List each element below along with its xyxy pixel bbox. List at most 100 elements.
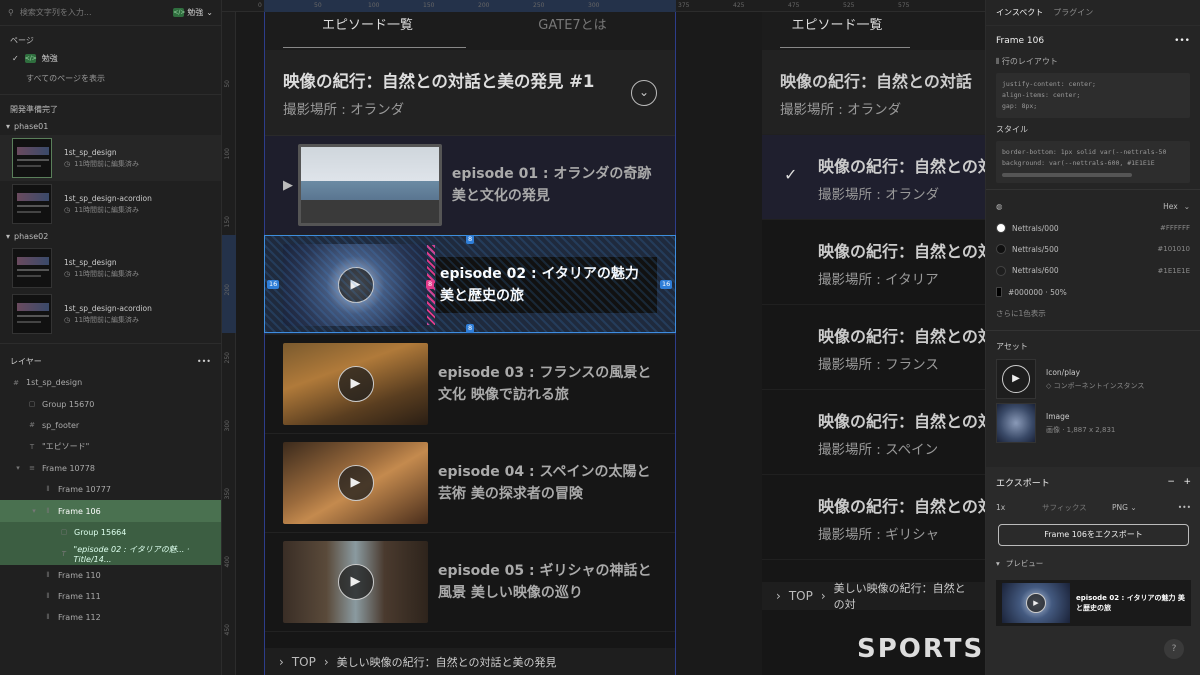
layer-row[interactable]: ▾ ≡ Frame 10778 bbox=[0, 458, 221, 479]
preview-caption: episode 02 : イタリアの魅力 美と歴史の旅 bbox=[1076, 593, 1185, 612]
code-icon: </> bbox=[173, 8, 186, 17]
layer-row[interactable]: ⫴ Frame 112 bbox=[0, 607, 221, 628]
scrollbar[interactable] bbox=[1002, 173, 1132, 177]
tab-about[interactable]: GATE7とは bbox=[470, 12, 675, 50]
list-item[interactable]: 映像の紀行：自然との対 撮影場所 : イタリア bbox=[762, 220, 985, 305]
asset-row[interactable]: ▶ Icon/play ◇ コンポーネントインスタンス bbox=[986, 357, 1200, 401]
page-thumb[interactable]: 1st_sp_design ◷ 11時間前に編集済み bbox=[0, 135, 221, 181]
swatch bbox=[996, 244, 1006, 255]
accordion-header[interactable]: 映像の紀行：自然との対話 撮影場所 : オランダ bbox=[762, 50, 985, 135]
episode-row-selected[interactable]: ▶ episode 02 : イタリアの魅力 美と歴史の旅 bbox=[265, 235, 675, 335]
episode-row[interactable]: ▶ episode 05 : ギリシャの神話と風景 美しい映像の巡り bbox=[265, 533, 675, 632]
list-item[interactable]: 映像の紀行：自然との対 撮影場所 : ギリシャ bbox=[762, 475, 985, 560]
color-row[interactable]: Nettrals/600 #1E1E1E bbox=[986, 260, 1200, 281]
spacing-right: 16 bbox=[660, 280, 673, 289]
layer-row[interactable]: ▢ Group 15670 bbox=[0, 393, 221, 414]
episode-image bbox=[297, 144, 442, 226]
layer-row[interactable]: ⫴ Frame 110 bbox=[0, 565, 221, 586]
footer-logo: SPORTS bbox=[857, 634, 985, 664]
layer-row[interactable]: #1st_sp_design bbox=[0, 372, 221, 393]
minus-icon[interactable]: − bbox=[1167, 477, 1175, 487]
play-icon[interactable]: ▶ bbox=[337, 366, 374, 402]
show-all-pages-link[interactable]: すべてのページを表示 bbox=[0, 68, 221, 88]
tab-inspect[interactable]: インスペクト bbox=[996, 7, 1043, 18]
layer-row[interactable]: # sp_footer bbox=[0, 415, 221, 436]
group-phase01[interactable]: ▾ phase01 bbox=[0, 117, 221, 135]
preview-header[interactable]: ▾ プレビュー bbox=[986, 552, 1200, 573]
color-row[interactable]: Nettrals/000 #FFFFFF bbox=[986, 217, 1200, 238]
episode-caption: episode 04 : スペインの太陽と芸術 美の探求者の冒険 bbox=[438, 464, 651, 502]
search-input[interactable]: 検索文字列を入力... bbox=[20, 7, 173, 18]
export-format[interactable]: PNG ⌄ bbox=[1112, 503, 1172, 512]
design-frame-2[interactable]: エピソード一覧 映像の紀行：自然との対話 撮影場所 : オランダ ✓ 映像の紀行… bbox=[762, 12, 985, 675]
figma-app: ⚲ 検索文字列を入力... </> 勉強 ⌄ ページ ✓ </> 勉強 すべてのページを… bbox=[0, 0, 1200, 675]
export-button[interactable]: Frame 106をエクスポート bbox=[998, 524, 1189, 547]
page-thumb[interactable]: 1st_sp_design ◷ 11時間前に編集済み bbox=[0, 245, 221, 291]
page-item-benkyo[interactable]: ✓ </> 勉強 bbox=[0, 48, 221, 68]
more-icon[interactable]: ••• bbox=[1174, 36, 1190, 46]
clock-icon: ◷ bbox=[64, 160, 71, 168]
palette-icon: ◍ bbox=[996, 202, 1003, 212]
preview-image: ▶ bbox=[1002, 582, 1070, 623]
asset-row[interactable]: Image 画像 · 1,887 x 2,831 bbox=[986, 401, 1200, 445]
breadcrumb: › TOP › 美しい映像の紀行：自然との対話と美の発見 bbox=[265, 648, 675, 675]
play-icon[interactable]: ▶ bbox=[337, 564, 374, 600]
episode-image: ▶ bbox=[283, 442, 428, 524]
layout-code[interactable]: justify-content: center; align-items: ce… bbox=[996, 73, 1190, 118]
page-thumb[interactable]: 1st_sp_design-acordion ◷ 11時間前に編集済み bbox=[0, 181, 221, 227]
breadcrumb-top[interactable]: TOP bbox=[789, 589, 813, 603]
play-icon[interactable]: ▶ bbox=[337, 266, 374, 303]
design-frame[interactable]: エピソード一覧 GATE7とは 映像の紀行：自然との対話と美の発見 #1 撮影場… bbox=[264, 12, 676, 675]
thumbnail bbox=[12, 138, 52, 178]
tab-plugins[interactable]: プラグイン bbox=[1053, 7, 1093, 18]
canvas[interactable]: 0 50 100 150 200 250 300 375 425 475 525… bbox=[222, 0, 985, 675]
ruler-left: 50 100 150 200 250 300 350 400 450 bbox=[222, 12, 236, 675]
list-item[interactable]: 映像の紀行：自然との対 撮影場所 : フランス bbox=[762, 305, 985, 390]
layers-header: レイヤー ••• bbox=[10, 356, 211, 366]
style-code[interactable]: border-bottom: 1px solid var(--nettrals-… bbox=[996, 141, 1190, 183]
caret-down-icon: ▾ bbox=[32, 507, 36, 516]
thumbnail bbox=[12, 184, 52, 224]
accordion-header[interactable]: 映像の紀行：自然との対話と美の発見 #1 撮影場所 : オランダ ⌄ bbox=[265, 50, 675, 136]
caret-down-icon: ▾ bbox=[6, 231, 11, 241]
list-item[interactable]: 映像の紀行：自然との対 撮影場所 : スペイン bbox=[762, 390, 985, 475]
export-scale[interactable]: 1x bbox=[996, 503, 1036, 512]
breadcrumb-top[interactable]: TOP bbox=[292, 655, 316, 669]
layer-row[interactable]: T "episode 02 : イタリアの魅... · Title/14... bbox=[0, 543, 221, 565]
color-row[interactable]: #000000 · 50% bbox=[986, 282, 1200, 303]
export-preview: ▶ episode 02 : イタリアの魅力 美と歴史の旅 bbox=[996, 579, 1191, 626]
group-phase02[interactable]: ▾ phase02 bbox=[0, 227, 221, 245]
page-selector[interactable]: </> 勉強 ⌄ bbox=[173, 7, 213, 18]
episode-row[interactable]: ▶ episode 01 : オランダの奇跡 美と文化の発見 bbox=[265, 136, 675, 235]
layer-row[interactable]: ▢ Group 15664 bbox=[0, 521, 221, 544]
code-icon: </> bbox=[24, 53, 37, 63]
more-icon[interactable]: ••• bbox=[197, 357, 211, 366]
layer-row[interactable]: T "エピソード" bbox=[0, 436, 221, 457]
list-item-checked[interactable]: ✓ 映像の紀行：自然との対 撮影場所 : オランダ bbox=[762, 135, 985, 220]
help-icon[interactable]: ? bbox=[1164, 639, 1184, 659]
breadcrumb: › TOP › 美しい映像の紀行：自然との対 bbox=[762, 582, 985, 611]
asset-image bbox=[996, 403, 1036, 444]
search-icon: ⚲ bbox=[8, 8, 14, 17]
layer-row-selected[interactable]: ▾ ⫴ Frame 106 bbox=[0, 500, 221, 522]
play-icon[interactable]: ▶ bbox=[337, 465, 374, 501]
plus-icon[interactable]: + bbox=[1183, 477, 1191, 487]
tab-episodes[interactable]: エピソード一覧 bbox=[762, 12, 912, 50]
more-colors-link[interactable]: さらに1色表示 bbox=[986, 303, 1200, 324]
chevron-down-icon[interactable]: ⌄ bbox=[631, 80, 657, 106]
episode-caption: episode 03 : フランスの風景と文化 映像で訪れる旅 bbox=[438, 365, 652, 403]
pages-header: ページ bbox=[10, 35, 34, 45]
ruler-top: 0 50 100 150 200 250 300 375 425 475 525… bbox=[222, 0, 985, 12]
layer-row[interactable]: ⫴ Frame 10777 bbox=[0, 479, 221, 500]
color-row[interactable]: Nettrals/500 #101010 bbox=[986, 239, 1200, 260]
episode-row[interactable]: ▶ episode 03 : フランスの風景と文化 映像で訪れる旅 bbox=[265, 335, 675, 434]
tab-episodes[interactable]: エピソード一覧 bbox=[265, 12, 470, 50]
page-thumb[interactable]: 1st_sp_design-acordion ◷ 11時間前に編集済み bbox=[0, 291, 221, 337]
more-icon[interactable]: ••• bbox=[1178, 503, 1191, 512]
search-bar[interactable]: ⚲ 検索文字列を入力... </> 勉強 ⌄ bbox=[0, 0, 221, 26]
check-icon: ✓ bbox=[12, 53, 19, 63]
layer-row[interactable]: ⫴ Frame 111 bbox=[0, 586, 221, 607]
episode-row[interactable]: ▶ episode 04 : スペインの太陽と芸術 美の探求者の冒険 bbox=[265, 434, 675, 533]
export-suffix-input[interactable]: サフィックス bbox=[1042, 502, 1106, 513]
episode-image: ▶ bbox=[283, 343, 428, 425]
